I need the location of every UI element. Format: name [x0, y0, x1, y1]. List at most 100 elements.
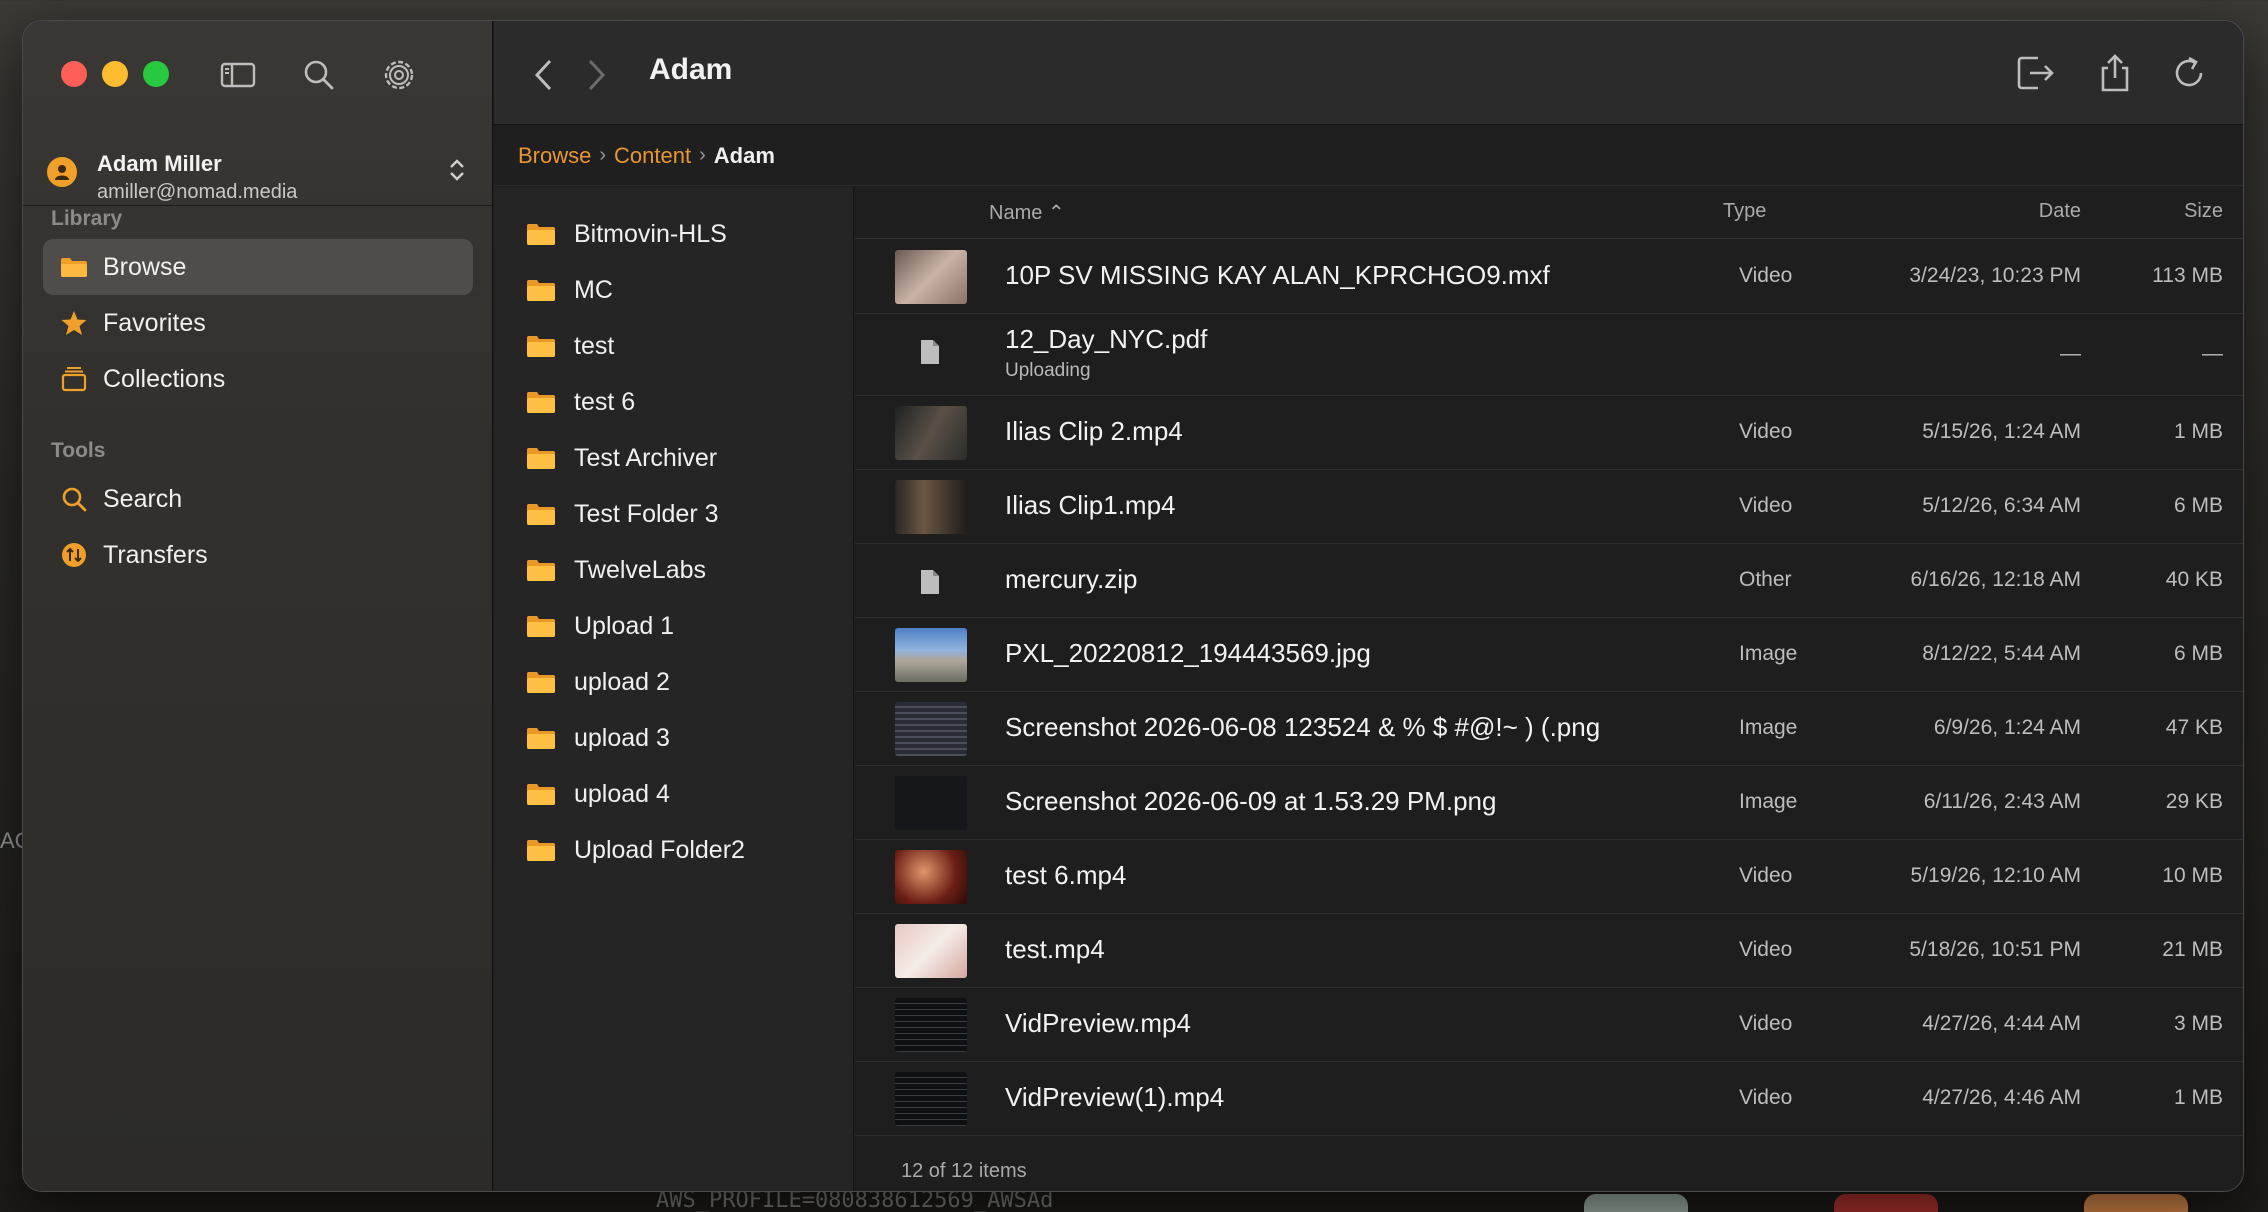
column-header-date[interactable]: Date	[2039, 200, 2081, 223]
folder-item[interactable]: Test Folder 3	[526, 494, 719, 534]
file-thumbnail	[895, 850, 967, 904]
file-name: VidPreview(1).mp4	[1005, 1082, 1225, 1112]
document-icon	[921, 340, 939, 364]
breadcrumb-link[interactable]: Content	[614, 143, 691, 169]
file-date: 4/27/26, 4:44 AM	[1922, 1012, 2081, 1035]
sidebar-item-label: Favorites	[103, 308, 206, 337]
table-row[interactable]: test.mp4 Video 5/18/26, 10:51 PM 21 MB	[855, 914, 2243, 988]
refresh-icon[interactable]	[2165, 49, 2213, 97]
file-name: 12_Day_NYC.pdf	[1005, 324, 1208, 354]
folder-item[interactable]: MC	[526, 270, 613, 310]
folder-item[interactable]: test	[526, 326, 614, 366]
file-size: 10 MB	[2162, 864, 2223, 887]
sidebar-item-favorites[interactable]: Favorites	[43, 295, 473, 351]
folder-item[interactable]: TwelveLabs	[526, 550, 706, 590]
file-thumbnail	[895, 480, 967, 534]
column-header-type[interactable]: Type	[1723, 200, 1766, 223]
sort-ascending-icon: ⌃	[1047, 202, 1065, 224]
folder-icon	[527, 504, 555, 525]
file-date: 5/15/26, 1:24 AM	[1922, 420, 2081, 443]
file-thumbnail	[895, 776, 967, 830]
file-date: —	[2060, 342, 2081, 365]
item-count: 12 of 12 items	[901, 1160, 1027, 1182]
file-type: Video	[1739, 1086, 1793, 1109]
folder-item[interactable]: Upload 1	[526, 606, 674, 646]
folder-label: upload 2	[574, 667, 670, 696]
account-switcher[interactable]: Adam Miller amiller@nomad.media	[47, 133, 472, 205]
file-date: 6/11/26, 2:43 AM	[1923, 790, 2081, 813]
folder-icon	[59, 252, 89, 282]
sidebar-item-label: Browse	[103, 252, 187, 281]
folder-item[interactable]: upload 3	[526, 718, 670, 758]
sidebar-item-collections[interactable]: Collections	[43, 351, 473, 407]
file-type: Video	[1739, 864, 1793, 887]
sidebar-item-browse[interactable]: Browse	[43, 239, 473, 295]
chevron-right-icon: ›	[599, 144, 607, 166]
dock-icon	[2084, 1194, 2188, 1212]
folder-icon	[527, 784, 555, 805]
folder-item[interactable]: upload 4	[526, 774, 670, 814]
settings-gear-icon[interactable]	[377, 53, 421, 97]
file-date: 6/16/26, 12:18 AM	[1910, 568, 2081, 591]
forward-button[interactable]	[578, 55, 614, 95]
close-button[interactable]	[61, 61, 87, 87]
file-type: Video	[1739, 1012, 1793, 1035]
back-button[interactable]	[526, 55, 562, 95]
folder-icon	[527, 560, 555, 581]
file-type: Image	[1739, 642, 1798, 665]
table-row[interactable]: VidPreview.mp4 Video 4/27/26, 4:44 AM 3 MB	[855, 988, 2243, 1062]
logout-icon[interactable]	[2011, 49, 2059, 97]
table-row[interactable]: PXL_20220812_194443569.jpg Image 8/12/22, …	[855, 618, 2243, 692]
window-controls	[61, 61, 169, 87]
folder-item[interactable]: Upload Folder2	[526, 830, 745, 870]
sidebar-divider	[23, 205, 492, 206]
folder-icon	[527, 280, 555, 301]
folder-icon	[527, 672, 555, 693]
table-row[interactable]: Screenshot 2026-06-09 at 1.53.29 PM.png I…	[855, 766, 2243, 840]
file-size: 6 MB	[2173, 642, 2223, 665]
file-name: test.mp4	[1005, 934, 1105, 964]
file-date: 4/27/26, 4:46 AM	[1922, 1086, 2081, 1109]
table-row[interactable]: Screenshot 2026-06-08 123524 & % $ #@!~ …	[855, 692, 2243, 766]
minimize-button[interactable]	[102, 61, 128, 87]
folder-label: MC	[574, 275, 613, 304]
column-header-label: Name	[989, 202, 1043, 224]
table-row[interactable]: Ilias Clip1.mp4 Video 5/12/26, 6:34 AM 6 MB	[855, 470, 2243, 544]
sidebar-toggle-icon[interactable]	[216, 53, 260, 97]
collections-icon	[59, 364, 89, 394]
file-thumbnail	[895, 702, 967, 756]
file-thumbnail	[895, 924, 967, 978]
sidebar-item-transfers[interactable]: Transfers	[43, 527, 473, 583]
column-header-size[interactable]: Size	[2184, 200, 2223, 223]
folder-item[interactable]: Bitmovin-HLS	[526, 214, 727, 254]
file-size: 1 MB	[2173, 420, 2223, 443]
file-name: test 6.mp4	[1005, 860, 1127, 890]
table-header: Name ⌃ Type Date Size	[855, 187, 2243, 239]
folder-label: upload 4	[574, 779, 670, 808]
column-header-name[interactable]: Name ⌃	[989, 200, 1065, 225]
table-row[interactable]: Ilias Clip 2.mp4 Video 5/15/26, 1:24 AM 1 M…	[855, 396, 2243, 470]
folder-label: Test Archiver	[574, 443, 718, 472]
file-type: Other	[1739, 568, 1792, 591]
breadcrumb-link[interactable]: Browse	[518, 143, 591, 169]
table-row[interactable]: VidPreview(1).mp4 Video 4/27/26, 4:46 AM 1 …	[855, 1062, 2243, 1136]
file-type: Video	[1739, 494, 1793, 517]
sidebar-item-label: Collections	[103, 364, 226, 393]
table-row[interactable]: mercury.zip Other 6/16/26, 12:18 AM 40 KB	[855, 544, 2243, 618]
sidebar-item-search[interactable]: Search	[43, 471, 473, 527]
share-icon[interactable]	[2091, 49, 2139, 97]
file-thumbnail	[895, 1072, 967, 1126]
folder-item[interactable]: test 6	[526, 382, 635, 422]
folder-item[interactable]: Test Archiver	[526, 438, 717, 478]
file-thumbnail	[895, 628, 967, 682]
folder-icon	[527, 336, 555, 357]
table-row[interactable]: 10P SV MISSING KAY ALAN_KPRCHGO9.mxf Vide…	[855, 240, 2243, 314]
table-row[interactable]: 12_Day_NYC.pdf Uploading — —	[855, 314, 2243, 396]
folder-icon	[527, 448, 555, 469]
search-icon[interactable]	[297, 53, 341, 97]
section-label-library: Library	[51, 207, 123, 230]
file-type: Image	[1739, 790, 1798, 813]
table-row[interactable]: test 6.mp4 Video 5/19/26, 12:10 AM 10 MB	[855, 840, 2243, 914]
zoom-button[interactable]	[143, 61, 169, 87]
folder-item[interactable]: upload 2	[526, 662, 670, 702]
